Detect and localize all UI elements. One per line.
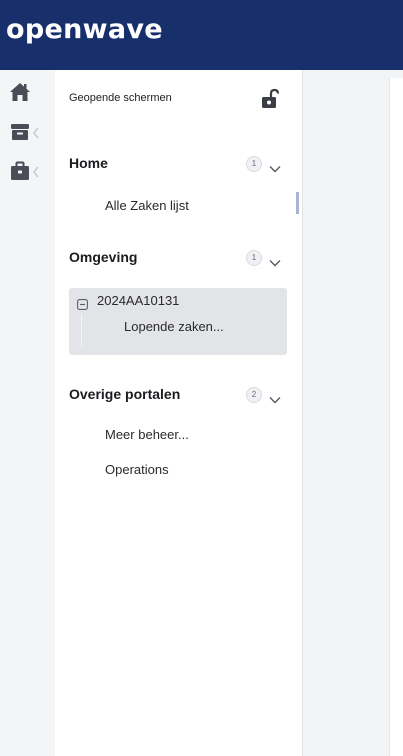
openwave-logo[interactable]: openwave [6,14,163,45]
case-id[interactable]: 2024AA10131 [97,293,179,308]
open-screens-panel: Geopende schermen Home 1 Alle Zaken lijs… [55,70,303,756]
open-case-card[interactable]: 2024AA10131 Lopende zaken... [69,288,287,355]
section-overige-portalen-title[interactable]: Overige portalen [69,386,180,402]
nav-item-meer-beheer[interactable]: Meer beheer... [105,427,189,442]
overige-portalen-count-badge: 2 [246,387,262,403]
section-omgeving-title[interactable]: Omgeving [69,249,137,265]
tree-connector [81,314,82,346]
content-sheet [389,78,403,756]
chevron-down-icon[interactable] [269,254,281,267]
chevron-left-icon [32,165,40,178]
collapse-icon[interactable] [77,297,88,310]
home-icon[interactable] [8,80,32,104]
panel-title: Geopende schermen [69,92,172,104]
icon-rail [0,70,56,756]
unlocked-padlock-icon[interactable] [260,88,280,110]
omgeving-count-badge: 1 [246,250,262,266]
nav-item-alle-zaken-lijst[interactable]: Alle Zaken lijst [105,198,189,213]
home-count-badge: 1 [246,156,262,172]
active-indicator [296,192,299,214]
chevron-down-icon[interactable] [269,391,281,404]
chevron-left-icon [32,126,40,139]
archive-box-icon[interactable] [8,120,32,144]
chevron-down-icon[interactable] [269,160,281,173]
top-bar: openwave [0,0,403,70]
section-home-title[interactable]: Home [69,155,108,171]
nav-item-operations[interactable]: Operations [105,462,169,477]
case-sub-item-lopende-zaken[interactable]: Lopende zaken... [124,319,224,334]
main-content-area [303,70,403,756]
briefcase-icon[interactable] [8,159,32,183]
